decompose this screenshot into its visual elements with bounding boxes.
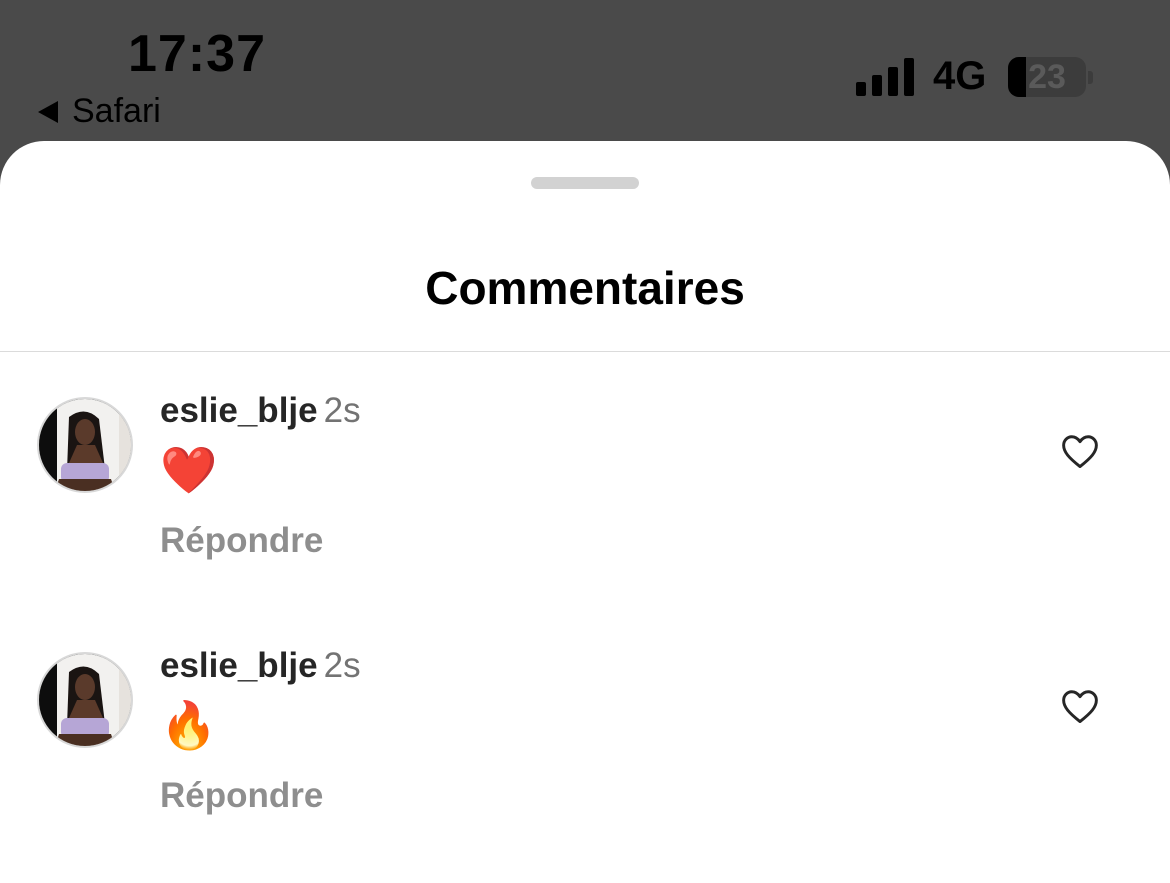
avatar[interactable] [37, 652, 133, 748]
back-triangle-icon [38, 100, 58, 123]
reply-button[interactable]: Répondre [160, 521, 323, 561]
comment-timestamp: 2s [323, 391, 361, 430]
heart-outline-icon[interactable] [1060, 688, 1100, 724]
heart-outline-icon[interactable] [1060, 433, 1100, 469]
comment-username[interactable]: eslie_blje 2s [160, 646, 361, 686]
username-text[interactable]: eslie_blje [160, 391, 318, 430]
comment-item: eslie_blje 2s ❤️ Répondre [0, 391, 1170, 597]
battery-icon: 23 [1008, 57, 1086, 97]
comment-username[interactable]: eslie_blje 2s [160, 391, 361, 431]
username-text[interactable]: eslie_blje [160, 646, 318, 685]
sheet-title: Commentaires [425, 262, 745, 314]
battery-tip [1088, 71, 1093, 84]
avatar-photo [39, 654, 131, 746]
signal-icon [856, 58, 914, 96]
comment-timestamp: 2s [323, 646, 361, 685]
back-app-label: Safari [72, 92, 161, 130]
avatar[interactable] [37, 397, 133, 493]
comments-sheet: Commentaires eslie_blje 2s ❤️ Répondre e… [0, 141, 1170, 883]
back-to-safari[interactable]: Safari [38, 92, 161, 131]
avatar-photo [39, 399, 131, 491]
status-time: 17:37 [128, 25, 266, 83]
network-type: 4G [933, 54, 987, 98]
sheet-grabber[interactable] [531, 177, 639, 189]
status-bar: 17:37 Safari 4G 23 [0, 0, 1170, 141]
comment-text: 🔥 [160, 699, 218, 751]
comment-item: eslie_blje 2s 🔥 Répondre [0, 646, 1170, 852]
header-divider [0, 351, 1170, 352]
comment-text: ❤️ [160, 444, 218, 496]
reply-button[interactable]: Répondre [160, 776, 323, 816]
battery-level: 23 [1028, 58, 1066, 96]
